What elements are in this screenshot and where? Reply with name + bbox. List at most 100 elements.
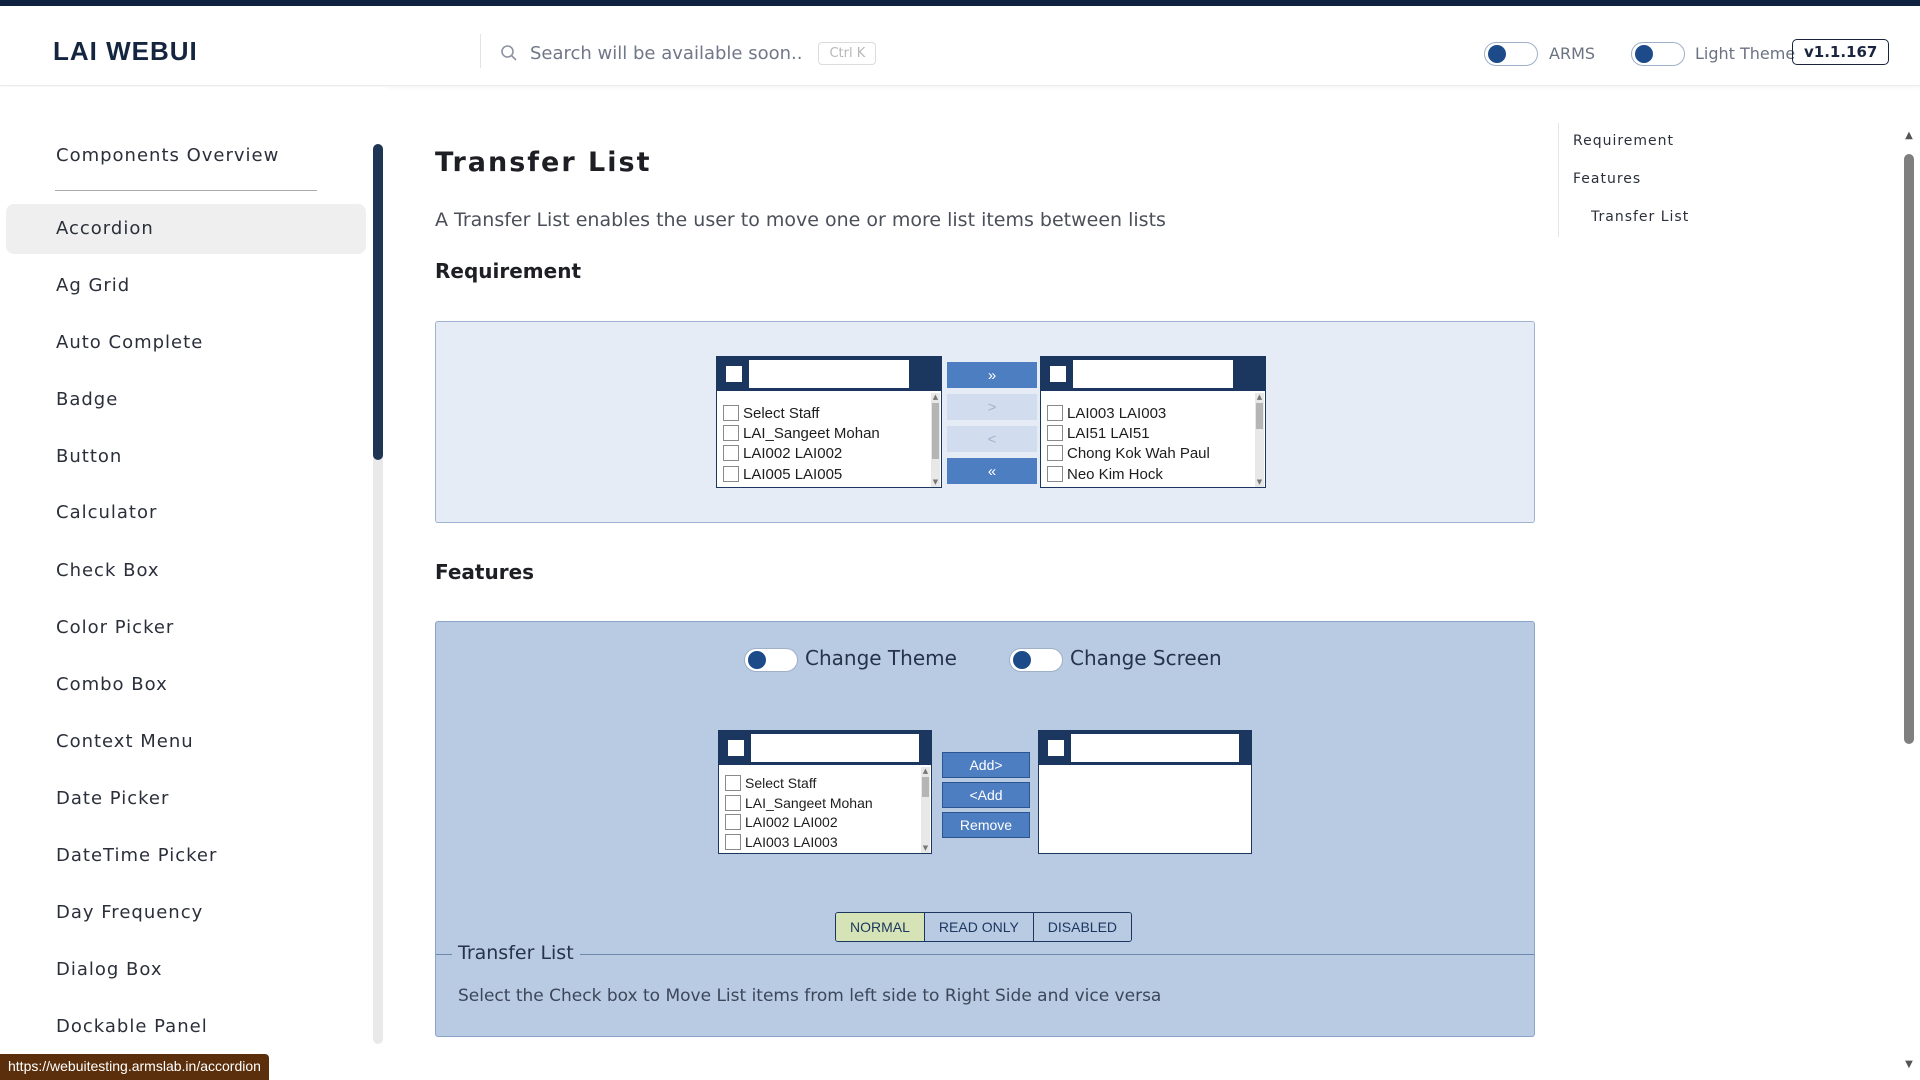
- sidebar-item-dockable-panel[interactable]: Dockable Panel: [6, 1002, 366, 1052]
- list-item-label: LAI_Sangeet Mohan: [743, 424, 880, 442]
- scroll-down-icon[interactable]: ▼: [921, 844, 930, 853]
- scroll-thumb[interactable]: [932, 403, 939, 459]
- move-all-right-button[interactable]: »: [947, 362, 1037, 388]
- item-checkbox[interactable]: [725, 834, 741, 850]
- sidebar-item-combo-box[interactable]: Combo Box: [6, 660, 366, 710]
- page-scrollbar[interactable]: ▲ ▼: [1903, 130, 1915, 1070]
- list-item[interactable]: Chong Kok Wah Paul: [1047, 443, 1210, 463]
- sidebar-item-calculator[interactable]: Calculator: [6, 488, 366, 538]
- scroll-thumb[interactable]: [922, 777, 929, 797]
- scroll-down-icon[interactable]: ▼: [931, 478, 940, 487]
- scroll-up-icon[interactable]: ▲: [921, 767, 930, 776]
- toggle-knob: [1488, 45, 1506, 63]
- item-checkbox[interactable]: [1047, 466, 1063, 482]
- sidebar-item-context-menu[interactable]: Context Menu: [6, 717, 366, 767]
- sidebar-item-dialog-box[interactable]: Dialog Box: [6, 945, 366, 995]
- sidebar-item-components-overview[interactable]: Components Overview: [56, 145, 279, 166]
- list-item[interactable]: Select Staff: [725, 773, 816, 793]
- sidebar-item-ag-grid[interactable]: Ag Grid: [6, 261, 366, 311]
- mode-disabled-button[interactable]: DISABLED: [1032, 913, 1132, 941]
- remove-button[interactable]: Remove: [942, 812, 1030, 838]
- list-item[interactable]: LAI_Sangeet Mohan: [723, 423, 880, 443]
- sidebar-item-datetime-picker[interactable]: DateTime Picker: [6, 831, 366, 881]
- brand-logo[interactable]: LAI WEBUI: [53, 36, 198, 67]
- list-item[interactable]: LAI002 LAI002: [725, 812, 838, 832]
- add-right-button[interactable]: Add>: [942, 752, 1030, 778]
- features-source-list: Select Staff LAI_Sangeet Mohan LAI002 LA…: [718, 730, 932, 854]
- scroll-up-icon[interactable]: ▲: [1903, 130, 1915, 141]
- item-checkbox[interactable]: [1047, 445, 1063, 461]
- source-list-header: [719, 731, 931, 765]
- list-item[interactable]: LAI003 LAI003: [1047, 403, 1166, 423]
- source-list-scrollbar[interactable]: ▲ ▼: [921, 767, 930, 853]
- item-checkbox[interactable]: [723, 405, 739, 421]
- version-badge: v1.1.167: [1792, 39, 1890, 65]
- sidebar-item-badge[interactable]: Badge: [6, 375, 366, 425]
- sidebar-item-check-box[interactable]: Check Box: [6, 546, 366, 596]
- requirement-heading: Requirement: [435, 259, 582, 283]
- list-item[interactable]: Select Staff: [723, 403, 819, 423]
- app-header: LAI WEBUI Search will be available soon.…: [0, 6, 1920, 86]
- item-checkbox[interactable]: [1047, 425, 1063, 441]
- target-filter-input[interactable]: [1073, 360, 1233, 388]
- sidebar-item-color-picker[interactable]: Color Picker: [6, 603, 366, 653]
- scroll-thumb[interactable]: [1256, 403, 1263, 429]
- target-filter-input[interactable]: [1071, 734, 1239, 762]
- page-scroll-thumb[interactable]: [1904, 154, 1914, 744]
- target-list-scrollbar[interactable]: ▲ ▼: [1255, 393, 1264, 487]
- search-bar[interactable]: Search will be available soon.. Ctrl K: [500, 36, 877, 70]
- source-filter-input[interactable]: [749, 360, 909, 388]
- toc-item-transfer-list[interactable]: Transfer List: [1591, 209, 1689, 225]
- move-all-left-button[interactable]: «: [947, 458, 1037, 484]
- item-checkbox[interactable]: [1047, 405, 1063, 421]
- search-placeholder[interactable]: Search will be available soon..: [530, 43, 802, 64]
- theme-toggle[interactable]: [1631, 42, 1685, 66]
- source-list-scrollbar[interactable]: ▲ ▼: [931, 393, 940, 487]
- list-item[interactable]: Neo Kim Hock: [1047, 464, 1163, 484]
- theme-toggle-label: Light Theme: [1695, 44, 1796, 63]
- list-item[interactable]: LAI002 LAI002: [723, 443, 842, 463]
- item-checkbox[interactable]: [723, 425, 739, 441]
- mode-read-only-button[interactable]: READ ONLY: [923, 913, 1033, 941]
- scroll-down-icon[interactable]: ▼: [1903, 1059, 1915, 1070]
- item-checkbox[interactable]: [723, 466, 739, 482]
- change-theme-toggle[interactable]: [744, 648, 798, 672]
- list-item[interactable]: LAI005 LAI005: [723, 464, 842, 484]
- change-screen-toggle[interactable]: [1009, 648, 1063, 672]
- select-all-checkbox[interactable]: [725, 365, 743, 383]
- sidebar-item-date-picker[interactable]: Date Picker: [6, 774, 366, 824]
- scroll-up-icon[interactable]: ▲: [1255, 393, 1264, 402]
- scroll-down-icon[interactable]: ▼: [1255, 478, 1264, 487]
- sidebar-scrollbar-thumb[interactable]: [373, 144, 383, 460]
- item-checkbox[interactable]: [725, 775, 741, 791]
- select-all-checkbox[interactable]: [1047, 739, 1065, 757]
- add-left-button[interactable]: <Add: [942, 782, 1030, 808]
- list-item[interactable]: LAI003 LAI003: [725, 832, 838, 852]
- item-checkbox[interactable]: [725, 795, 741, 811]
- mode-normal-button[interactable]: NORMAL: [836, 913, 924, 941]
- move-right-button[interactable]: >: [947, 394, 1037, 420]
- move-left-button[interactable]: <: [947, 426, 1037, 452]
- sidebar-item-accordion[interactable]: Accordion: [6, 204, 366, 254]
- select-all-checkbox[interactable]: [1049, 365, 1067, 383]
- select-all-checkbox[interactable]: [727, 739, 745, 757]
- toc-item-features[interactable]: Features: [1573, 171, 1641, 187]
- item-checkbox[interactable]: [723, 445, 739, 461]
- item-checkbox[interactable]: [725, 814, 741, 830]
- list-item[interactable]: LAI_Sangeet Mohan: [725, 793, 873, 813]
- features-target-list: [1038, 730, 1252, 854]
- sidebar-item-auto-complete[interactable]: Auto Complete: [6, 318, 366, 368]
- arms-toggle[interactable]: [1484, 42, 1538, 66]
- sidebar-item-day-frequency[interactable]: Day Frequency: [6, 888, 366, 938]
- page-title: Transfer List: [435, 147, 652, 178]
- link-preview-statusbar: https://webuitesting.armslab.in/accordio…: [0, 1054, 269, 1080]
- list-item[interactable]: LAI51 LAI51: [1047, 423, 1150, 443]
- main-content: Transfer List A Transfer List enables th…: [386, 87, 1556, 1080]
- source-filter-input[interactable]: [751, 734, 919, 762]
- scroll-up-icon[interactable]: ▲: [931, 393, 940, 402]
- toc-item-requirement[interactable]: Requirement: [1573, 133, 1674, 149]
- sidebar-item-button[interactable]: Button: [6, 432, 366, 482]
- list-item-label: Select Staff: [745, 775, 817, 791]
- page-description: A Transfer List enables the user to move…: [435, 209, 1166, 231]
- source-list-header: [717, 357, 941, 391]
